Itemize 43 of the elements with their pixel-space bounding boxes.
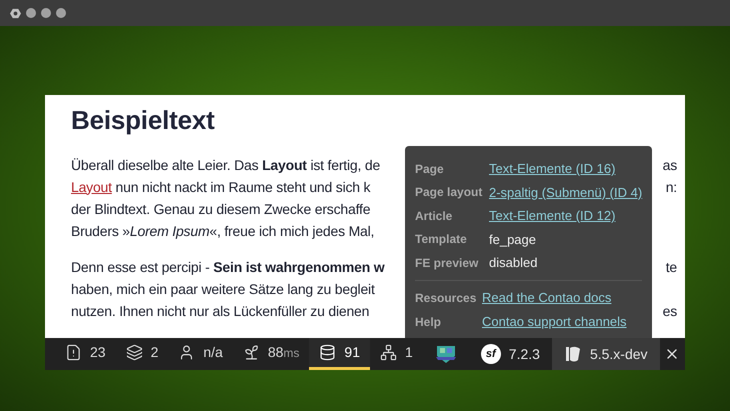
database-icon (319, 344, 336, 361)
info-label: FE preview (415, 254, 480, 272)
paragraph-line: Denn esse est percipi - Sein ist wahrgenommen w (71, 258, 384, 277)
layout-link[interactable]: Layout (71, 178, 112, 194)
toolbar-tab[interactable]: 23 (55, 338, 116, 370)
info-label: Article (415, 208, 454, 225)
info-value: fe_page (489, 230, 536, 249)
paragraph-line: as (662, 156, 677, 174)
app-icon (10, 8, 21, 18)
info-link[interactable]: Read the Contao docs (482, 288, 612, 308)
paragraph-line: es (662, 302, 677, 320)
toolbar-tab[interactable]: 91 (309, 338, 370, 370)
paragraph-line: nutzen. Ihnen nicht nur als Lückenfüller zu dienen (71, 302, 370, 320)
tree-icon (380, 344, 397, 361)
info-label: Resources (415, 290, 478, 306)
contao-version-button[interactable]: 5.5.x-dev (552, 338, 660, 370)
info-link[interactable]: Text-Elemente (ID 16) (489, 159, 616, 178)
contao-logo-icon (564, 345, 582, 363)
paragraph-line: Bruders »Lorem Ipsum«, freue ich mich jedes Mal, (71, 222, 374, 241)
toolbar-tab[interactable]: n/a (168, 338, 233, 370)
symfony-version: 7.2.3 (508, 344, 540, 364)
shield-logo-icon[interactable] (434, 344, 457, 364)
info-link[interactable]: Contao support channels (482, 312, 627, 332)
toolbar-tab[interactable]: 2 (116, 338, 168, 370)
sprout-icon (242, 344, 260, 361)
file-alert-icon (65, 344, 82, 361)
info-label: Template (415, 231, 468, 248)
page-heading: Beispieltext (71, 104, 216, 137)
paragraph-line: te (666, 258, 677, 276)
info-link[interactable]: 2-spaltig (Submenü) (ID 4) (489, 182, 642, 202)
layers-icon (126, 344, 143, 361)
symfony-logo: sf (480, 344, 501, 364)
paragraph-line: der Blindtext. Genau zu diesem Zwecke erschaffe (71, 200, 370, 218)
info-label: Page (415, 160, 445, 178)
paragraph-line: haben, mich ein paar weitere Sätze lang zu begleit (71, 280, 375, 299)
paragraph-line: Layout nun nicht nackt im Raume steht und sich k (71, 178, 370, 197)
info-value: disabled (489, 254, 538, 272)
paragraph-line: n: (666, 178, 677, 196)
paragraph-line: Überall dieselbe alte Leier. Das Layout ist fertig, de (71, 156, 380, 175)
toolbar-tab[interactable]: 1 (370, 338, 423, 370)
info-label: Help (415, 314, 442, 330)
info-label: Page layout (415, 184, 484, 202)
info-link[interactable]: Text-Elemente (ID 12) (489, 206, 616, 226)
